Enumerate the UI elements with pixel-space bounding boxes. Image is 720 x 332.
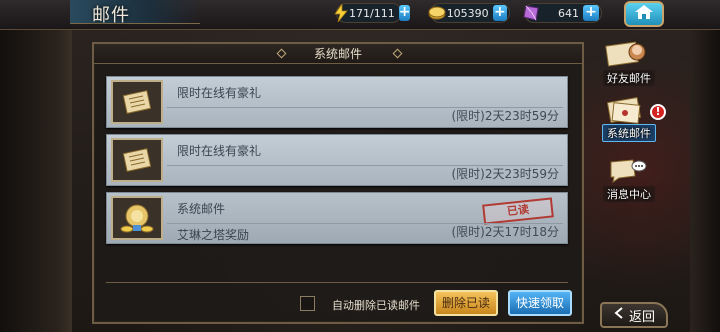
title-plate	[70, 0, 200, 24]
mail-item[interactable]: 限时在线有豪礼 (限时)2天23时59分	[106, 134, 568, 186]
back-label: 返回	[628, 309, 655, 325]
mail-expiry: (限时)2天23时59分	[451, 109, 559, 123]
tab-label: 消息中心	[603, 186, 655, 202]
tab-message-center[interactable]: 消息中心	[592, 159, 666, 202]
right-frame	[690, 30, 720, 332]
mail-title: 限时在线有豪礼	[177, 144, 262, 158]
panel-title: 系统邮件	[313, 47, 362, 61]
stamina-value: 171/111	[349, 6, 395, 20]
mail-item[interactable]: 限时在线有豪礼 (限时)2天23时59分	[106, 76, 568, 128]
mail-item[interactable]: 系统邮件 艾琳之塔奖励 已读 (限时)2天17时18分	[106, 192, 568, 244]
mail-subtitle: 艾琳之塔奖励	[177, 228, 250, 242]
read-stamp: 已读	[482, 197, 554, 225]
add-gem-button[interactable]: +	[583, 5, 599, 21]
gem-resource: 641 +	[521, 2, 602, 24]
footer-divider	[106, 282, 568, 283]
add-gold-button[interactable]: +	[492, 5, 507, 21]
panel-header: 系统邮件	[94, 44, 582, 64]
mail-title: 限时在线有豪礼	[177, 86, 262, 100]
scroll-icon	[111, 138, 163, 182]
home-button[interactable]	[624, 1, 664, 27]
auto-delete-checkbox[interactable]	[300, 296, 315, 311]
mail-title: 系统邮件	[177, 202, 226, 216]
quick-claim-button[interactable]: 快速领取	[508, 290, 572, 316]
page-title: 邮件	[92, 5, 130, 26]
gem-icon	[521, 2, 543, 24]
tab-friend-mail[interactable]: 好友邮件	[592, 41, 666, 86]
tab-label: 系统邮件	[602, 124, 656, 142]
left-frame	[0, 30, 72, 332]
top-bar: 邮件 171/111 + 105390 + 641 +	[0, 0, 720, 30]
lightning-icon	[333, 2, 349, 24]
mail-expiry: (限时)2天23时59分	[451, 167, 559, 181]
back-button[interactable]: 返回	[600, 302, 668, 328]
gold-value: 105390	[446, 6, 489, 20]
notification-badge: !	[650, 104, 666, 120]
treasure-icon	[111, 196, 163, 240]
mail-expiry: (限时)2天17时18分	[451, 225, 559, 239]
scroll-icon	[111, 80, 163, 124]
coin-icon	[427, 2, 447, 24]
auto-delete-label: 自动删除已读邮件	[332, 299, 420, 312]
tab-label: 好友邮件	[603, 70, 655, 86]
diamond-ornament-icon	[276, 48, 287, 59]
diamond-ornament-icon	[392, 48, 403, 59]
stamina-resource: 171/111 +	[333, 2, 411, 24]
gold-resource: 105390 +	[427, 2, 510, 24]
add-stamina-button[interactable]: +	[398, 5, 411, 21]
home-icon	[634, 4, 654, 24]
gem-value: 641	[558, 6, 579, 20]
message-bubble-icon	[600, 152, 650, 190]
back-arrow-icon	[613, 307, 625, 323]
delete-read-button[interactable]: 删除已读	[434, 290, 498, 316]
friend-mail-icon	[600, 36, 650, 74]
